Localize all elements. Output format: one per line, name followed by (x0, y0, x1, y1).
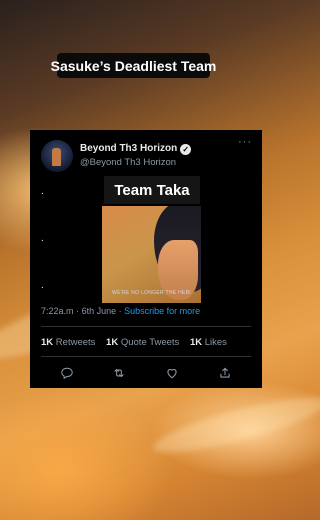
divider (41, 326, 251, 327)
tweet-date: 6th June (81, 306, 117, 316)
quote-tweets-stat[interactable]: 1K Quote Tweets (106, 337, 179, 348)
retweet-icon[interactable] (112, 366, 126, 380)
user-handle[interactable]: @Beyond Th3 Horizon (80, 157, 176, 168)
verified-icon: ✓ (180, 144, 192, 155)
share-icon[interactable] (218, 366, 232, 380)
tweet-text-line: . (41, 280, 44, 291)
tweet-meta: 7:22a.m · 6th June · Subscribe for more (41, 306, 201, 316)
display-name[interactable]: Beyond Th3 Horizon (80, 143, 177, 154)
light-streak (149, 387, 320, 463)
tweet-stats: 1K Retweets 1K Quote Tweets 1K Likes (41, 337, 235, 348)
media-caption: Team Taka (104, 176, 200, 204)
subscribe-link[interactable]: Subscribe for more (124, 306, 200, 316)
tweet-text-line: . (41, 233, 44, 244)
media-subtitle: WE'RE NO LONGER THE HEBI (112, 290, 191, 296)
retweets-stat[interactable]: 1K Retweets (41, 337, 95, 348)
tweet-text-line: . (41, 186, 44, 197)
likes-stat[interactable]: 1K Likes (190, 337, 227, 348)
video-title: Sasuke’s Deadliest Team (51, 53, 216, 78)
like-icon[interactable] (165, 366, 179, 380)
tweet-media-image[interactable]: WE'RE NO LONGER THE HEBI (102, 206, 201, 303)
display-name-row[interactable]: Beyond Th3 Horizon ✓ (80, 143, 192, 155)
tweet-card[interactable]: Beyond Th3 Horizon ✓ @Beyond Th3 Horizon … (30, 130, 262, 388)
more-options-icon[interactable]: ··· (238, 136, 252, 148)
tweet-actions (30, 366, 262, 380)
tweet-time: 7:22a.m (41, 306, 74, 316)
divider (41, 356, 251, 357)
avatar[interactable] (41, 140, 73, 172)
reply-icon[interactable] (60, 366, 74, 380)
